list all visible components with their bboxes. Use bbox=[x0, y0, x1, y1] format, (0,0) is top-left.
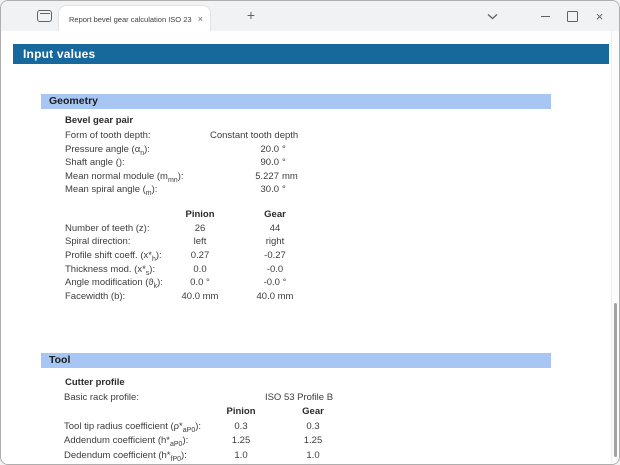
table-row: Thickness mod. (x*s): 0.0 -0.0 bbox=[65, 263, 310, 277]
subheading-bevel-gear-pair: Bevel gear pair bbox=[65, 115, 133, 126]
row-value: 30.0 bbox=[210, 183, 279, 197]
row-label: Profile shift coeff. (x*h): bbox=[65, 249, 180, 263]
chevron-down-icon[interactable] bbox=[479, 1, 506, 31]
pinion-value: 0.0 ° bbox=[180, 276, 220, 290]
pinion-value: 0.0 bbox=[180, 263, 220, 277]
table-row: Angle modification (ϑk): 0.0 ° -0.0 ° bbox=[65, 276, 310, 290]
row-label: Number of teeth (z): bbox=[65, 222, 180, 236]
pinion-value: 1.25 bbox=[224, 434, 258, 449]
report-row: Mean normal module (mmn): 5.227 mm bbox=[65, 170, 298, 184]
gear-value: -0.0 bbox=[240, 263, 310, 277]
gear-value: right bbox=[240, 235, 310, 249]
row-unit: ° bbox=[282, 183, 286, 197]
row-label: Basic rack profile: bbox=[64, 391, 224, 405]
table-header-row: Pinion Gear bbox=[64, 405, 338, 420]
row-label: Spiral direction: bbox=[65, 235, 180, 249]
gear-value: -0.27 bbox=[240, 249, 310, 263]
report-row: Basic rack profile: ISO 53 Profile B bbox=[64, 391, 374, 405]
pinion-value: 0.3 bbox=[224, 420, 258, 435]
table-row: Dedendum coefficient (h*fP0): 1.0 1.0 bbox=[64, 449, 338, 464]
gear-value: 0.3 bbox=[288, 420, 338, 435]
row-unit: mm bbox=[282, 170, 298, 184]
pinion-value: 40.0 mm bbox=[180, 290, 220, 304]
table-row: Addendum coefficient (h*aP0): 1.25 1.25 bbox=[64, 434, 338, 449]
row-unit: ° bbox=[282, 143, 286, 157]
maximize-button[interactable] bbox=[559, 1, 586, 31]
section-header-geometry: Geometry bbox=[41, 94, 551, 109]
tab-title: Report bevel gear calculation ISO 23 bbox=[69, 15, 194, 24]
scrollbar-thumb[interactable] bbox=[614, 303, 617, 457]
pinion-value: 26 bbox=[180, 222, 220, 236]
table-row: Spiral direction: left right bbox=[65, 235, 310, 249]
row-label: Pressure angle (αn): bbox=[65, 143, 210, 157]
report-row: Shaft angle (): 90.0 ° bbox=[65, 156, 298, 170]
pinion-value: 1.0 bbox=[224, 449, 258, 464]
gear-value: 40.0 mm bbox=[240, 290, 310, 304]
subheading-cutter-profile: Cutter profile bbox=[65, 377, 125, 388]
report-row: Mean spiral angle (m): 30.0 ° bbox=[65, 183, 298, 197]
tab-close-icon[interactable]: × bbox=[194, 15, 203, 24]
row-label: Dedendum coefficient (h*fP0): bbox=[64, 449, 224, 464]
row-label: Thickness mod. (x*s): bbox=[65, 263, 180, 277]
table-row: Number of teeth (z): 26 44 bbox=[65, 222, 310, 236]
table-row: Profile shift coeff. (x*h): 0.27 -0.27 bbox=[65, 249, 310, 263]
table-header-row: Pinion Gear bbox=[65, 208, 310, 222]
table-row: Tool tip radius coefficient (ρ*aP0): 0.3… bbox=[64, 420, 338, 435]
row-value: 20.0 bbox=[210, 143, 279, 157]
browser-titlebar: Report bevel gear calculation ISO 23 × +… bbox=[1, 1, 619, 31]
close-button[interactable]: × bbox=[586, 1, 613, 31]
gear-value: 44 bbox=[240, 222, 310, 236]
row-label: Shaft angle (): bbox=[65, 156, 210, 170]
table-row: Facewidth (b): 40.0 mm 40.0 mm bbox=[65, 290, 310, 304]
tab-actions-icon[interactable] bbox=[37, 10, 52, 22]
row-label: Facewidth (b): bbox=[65, 290, 180, 304]
report-page: Input values Geometry Bevel gear pair Fo… bbox=[1, 31, 613, 464]
row-label: Tool tip radius coefficient (ρ*aP0): bbox=[64, 420, 224, 435]
gear-value: -0.0 ° bbox=[240, 276, 310, 290]
report-row: Pressure angle (αn): 20.0 ° bbox=[65, 143, 298, 157]
section-header-tool: Tool bbox=[41, 353, 551, 368]
row-unit: ° bbox=[282, 156, 286, 170]
row-value: Constant tooth depth bbox=[210, 129, 298, 143]
row-value: 5.227 bbox=[210, 170, 279, 184]
geometry-pinion-gear-table: Pinion Gear Number of teeth (z): 26 44 S… bbox=[65, 208, 310, 304]
window-controls: × bbox=[479, 1, 613, 31]
row-label: Mean spiral angle (m): bbox=[65, 183, 210, 197]
row-label: Angle modification (ϑk): bbox=[65, 276, 180, 290]
pinion-value: 0.27 bbox=[180, 249, 220, 263]
column-header-gear: Gear bbox=[240, 208, 310, 222]
minimize-button[interactable] bbox=[532, 1, 559, 31]
column-header-gear: Gear bbox=[288, 405, 338, 420]
row-value: 90.0 bbox=[210, 156, 279, 170]
gear-value: 1.25 bbox=[288, 434, 338, 449]
tool-pinion-gear-table: Pinion Gear Tool tip radius coefficient … bbox=[64, 405, 338, 463]
report-main-header: Input values bbox=[13, 44, 609, 64]
row-label: Mean normal module (mmn): bbox=[65, 170, 210, 184]
gear-value: 1.0 bbox=[288, 449, 338, 464]
header-spacer bbox=[65, 208, 180, 222]
geometry-info-rows: Form of tooth depth: Constant tooth dept… bbox=[65, 129, 298, 197]
row-label: Addendum coefficient (h*aP0): bbox=[64, 434, 224, 449]
report-row: Form of tooth depth: Constant tooth dept… bbox=[65, 129, 298, 143]
column-header-pinion: Pinion bbox=[224, 405, 258, 420]
browser-window: Report bevel gear calculation ISO 23 × +… bbox=[0, 0, 620, 465]
row-label: Form of tooth depth: bbox=[65, 129, 210, 143]
browser-tab[interactable]: Report bevel gear calculation ISO 23 × bbox=[58, 5, 211, 32]
tool-info-rows: Basic rack profile: ISO 53 Profile B bbox=[64, 391, 374, 405]
column-header-pinion: Pinion bbox=[180, 208, 220, 222]
pinion-value: left bbox=[180, 235, 220, 249]
row-value: ISO 53 Profile B bbox=[224, 391, 374, 405]
header-spacer bbox=[64, 405, 224, 420]
new-tab-button[interactable]: + bbox=[242, 7, 260, 25]
